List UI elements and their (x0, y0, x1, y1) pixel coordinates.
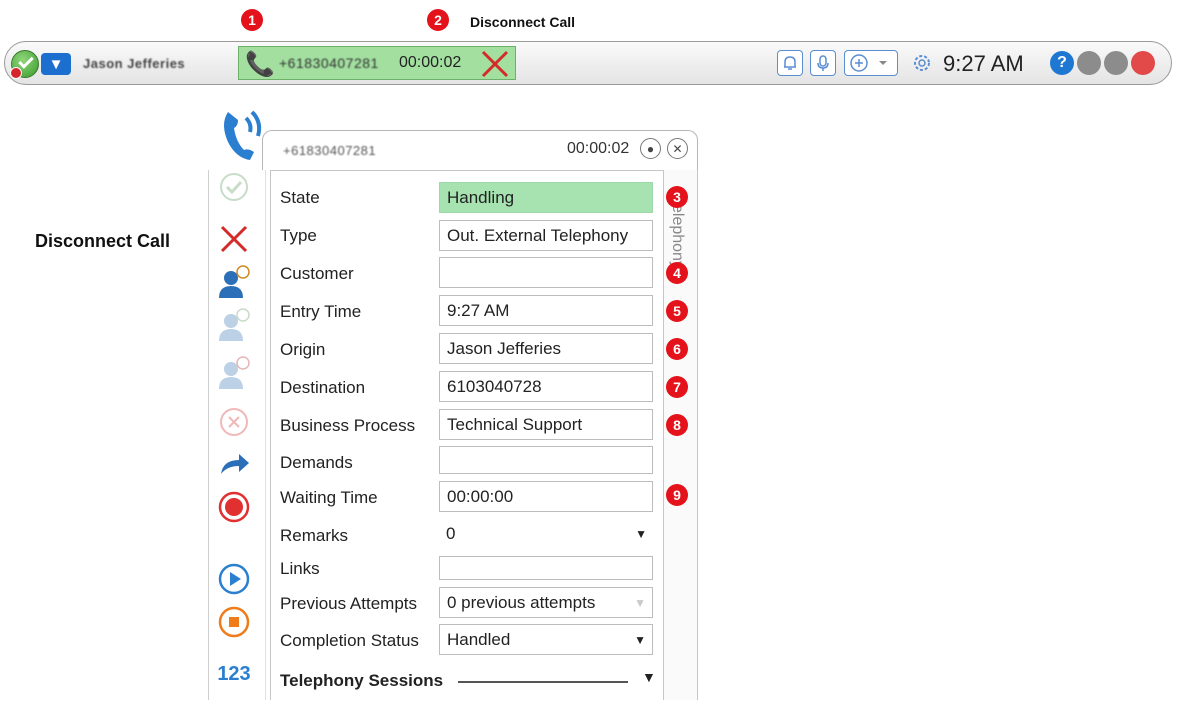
completion-status-label: Completion Status (280, 631, 419, 650)
links-field[interactable] (439, 556, 653, 580)
disconnect-call-button[interactable] (479, 48, 511, 80)
record-icon[interactable] (214, 490, 254, 524)
callout-badge-9: 9 (666, 484, 688, 506)
dialpad-123-icon[interactable]: 123 (214, 657, 254, 691)
callout-badge-3: 3 (666, 186, 688, 208)
remarks-value: 0 (446, 524, 456, 543)
minimize-button[interactable] (1104, 51, 1128, 75)
consult-person-icon[interactable] (214, 356, 254, 390)
previous-attempts-label: Previous Attempts (280, 594, 418, 613)
telephony-sessions-title[interactable]: Telephony Sessions (280, 671, 443, 691)
clock-time: 9:27 AM (943, 51, 1024, 76)
phone-icon: 📞 (245, 51, 275, 78)
stop-icon[interactable] (214, 605, 254, 639)
destination-field[interactable]: 6103040728 (439, 371, 653, 402)
completion-status-value: Handled (447, 630, 511, 649)
origin-label: Origin (280, 340, 326, 359)
help-button[interactable]: ? (1050, 51, 1074, 75)
call-timer: 00:00:02 (399, 54, 462, 71)
previous-attempts-select[interactable]: 0 previous attempts ▼ (439, 587, 653, 618)
transfer-person-icon[interactable] (214, 308, 254, 342)
state-field: Handling (439, 182, 653, 213)
panel-call-timer: 00:00:02 (567, 140, 630, 157)
microphone-icon[interactable] (810, 50, 836, 76)
callout-badge-2: 2 (427, 9, 449, 31)
remarks-select[interactable]: 0 ▼ (439, 519, 653, 550)
section-divider (458, 681, 628, 683)
call-number: +61830407281 (279, 55, 379, 71)
destination-label: Destination (280, 378, 366, 397)
remarks-dropdown-arrow-icon[interactable]: ▼ (635, 527, 647, 541)
disconnect-call-side-button[interactable] (214, 222, 254, 256)
bell-icon[interactable] (777, 50, 803, 76)
close-app-button[interactable] (1131, 51, 1155, 75)
callout-badge-4: 4 (666, 262, 688, 284)
business-process-field[interactable]: Technical Support (439, 409, 653, 440)
callout-badge-6: 6 (666, 338, 688, 360)
waiting-time-field[interactable]: 00:00:00 (439, 481, 653, 512)
play-icon[interactable] (214, 562, 254, 596)
previous-attempts-dropdown-arrow-icon: ▼ (634, 596, 646, 610)
gear-icon[interactable] (911, 52, 933, 79)
business-process-label: Business Process (280, 416, 416, 435)
status-dropdown-button[interactable]: ▼ (41, 53, 71, 75)
demands-label: Demands (280, 453, 353, 472)
completion-status-select[interactable]: Handled ▼ (439, 624, 653, 655)
callout-badge-8: 8 (666, 414, 688, 436)
demands-field[interactable] (439, 446, 653, 474)
remarks-label: Remarks (280, 526, 349, 545)
cancel-circle-icon[interactable] (214, 405, 254, 439)
callout-label-disconnect-top: Disconnect Call (470, 14, 576, 30)
callout-badge-5: 5 (666, 300, 688, 322)
active-call-segment[interactable]: 📞 +61830407281 00:00:02 (238, 46, 516, 80)
callout-label-disconnect-side: Disconnect Call (35, 231, 171, 251)
waiting-time-label: Waiting Time (280, 488, 378, 507)
entry-time-field[interactable]: 9:27 AM (439, 295, 653, 326)
customer-lookup-icon[interactable] (214, 265, 254, 299)
panel-call-number: +61830407281 (283, 143, 377, 158)
close-panel-icon[interactable]: ✕ (667, 138, 688, 159)
pin-icon[interactable]: ● (640, 138, 661, 159)
agent-status-icon[interactable] (10, 50, 39, 79)
customer-label: Customer (280, 264, 354, 283)
telephony-sessions-expand-icon[interactable]: ▼ (642, 669, 656, 685)
callout-badge-1: 1 (241, 9, 263, 31)
accept-check-icon[interactable] (214, 170, 254, 204)
forward-arrow-icon[interactable] (214, 447, 254, 481)
state-label: State (280, 188, 320, 207)
restore-button[interactable] (1077, 51, 1101, 75)
callout-badge-7: 7 (666, 376, 688, 398)
links-label: Links (280, 559, 320, 578)
entry-time-label: Entry Time (280, 302, 362, 321)
add-circle-icon[interactable] (844, 50, 898, 76)
previous-attempts-value: 0 previous attempts (447, 593, 596, 612)
completion-status-dropdown-arrow-icon[interactable]: ▼ (634, 633, 646, 647)
type-field[interactable]: Out. External Telephony (439, 220, 653, 251)
agent-name: Jason Jefferies (83, 56, 186, 71)
type-label: Type (280, 226, 317, 245)
customer-field[interactable] (439, 257, 653, 288)
origin-field[interactable]: Jason Jefferies (439, 333, 653, 364)
